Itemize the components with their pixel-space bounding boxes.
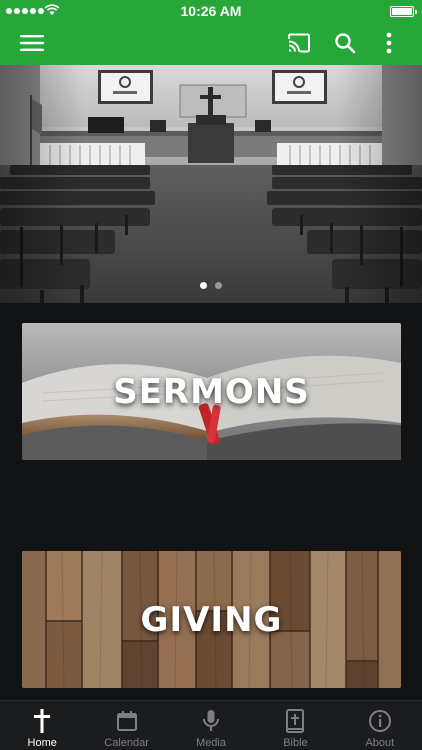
sermons-card[interactable]: SERMONS [22,323,401,460]
sanctuary-photo [0,65,422,303]
more-options-button[interactable] [372,27,406,59]
giving-title: GIVING [140,599,283,640]
hero-carousel[interactable] [0,65,422,303]
more-vertical-icon [386,32,392,54]
carousel-dot-2[interactable] [215,282,222,289]
tab-media[interactable]: Media [169,701,253,750]
search-button[interactable] [328,27,362,59]
tab-about[interactable]: About [338,701,422,750]
battery-icon [390,6,417,17]
tab-home[interactable]: Home [0,701,84,750]
tab-bar: Home Calendar Media Bible About [0,700,422,750]
search-icon [335,33,356,54]
carousel-page-indicator[interactable] [0,282,422,289]
carousel-dot-1[interactable] [200,282,207,289]
tab-bible[interactable]: Bible [253,701,337,750]
tab-media-label: Media [196,737,226,749]
sermons-title: SERMONS [113,371,310,412]
tab-calendar-label: Calendar [104,737,149,749]
bible-icon [286,709,305,733]
tab-calendar[interactable]: Calendar [84,701,168,750]
cast-icon [288,33,310,53]
app-bar [0,22,422,65]
giving-card[interactable]: GIVING [22,551,401,688]
status-bar: 10:26 AM [0,0,422,22]
tab-about-label: About [365,737,395,749]
cast-button[interactable] [282,27,316,59]
tab-bible-label: Bible [283,737,308,749]
cross-icon [34,709,51,733]
menu-button[interactable] [15,27,49,59]
calendar-icon [116,711,137,731]
info-icon [368,710,391,732]
status-time: 10:26 AM [180,3,242,19]
menu-icon [20,35,44,51]
tab-home-label: Home [27,737,57,749]
microphone-icon [203,710,220,731]
